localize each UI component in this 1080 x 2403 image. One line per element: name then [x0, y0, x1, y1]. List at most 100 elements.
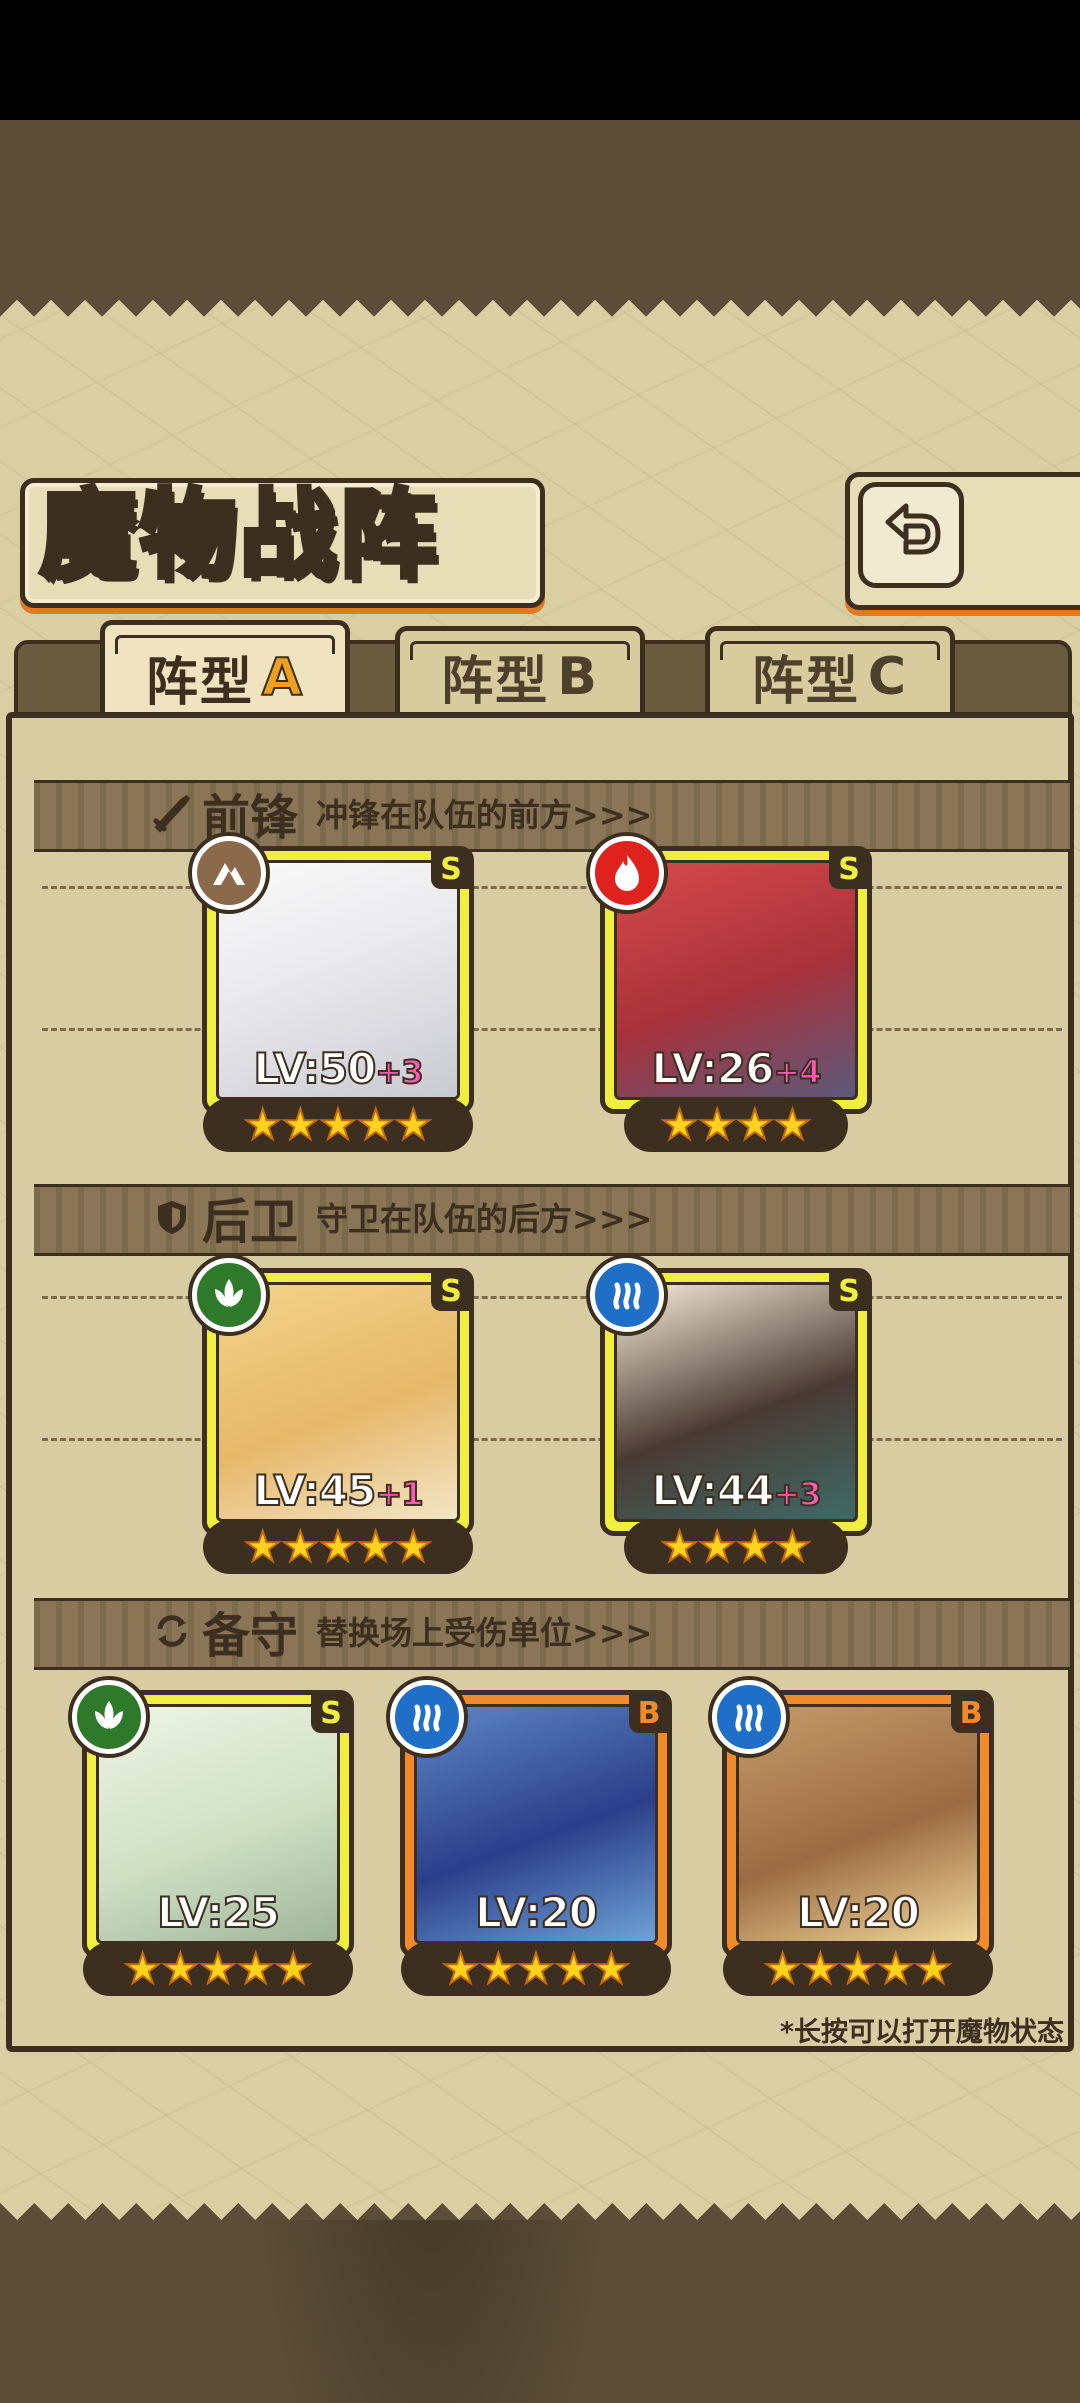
star-rating: ★ ★ ★ ★ ★	[401, 1942, 671, 1996]
unit-level: LV:26+4	[605, 1043, 867, 1094]
star-icon: ★	[123, 1943, 163, 1994]
star-rating: ★ ★ ★ ★	[624, 1098, 848, 1152]
divider	[42, 1028, 1062, 1031]
star-icon: ★	[554, 1943, 594, 1994]
level-text: LV:44	[651, 1465, 776, 1516]
torn-edge-top	[0, 300, 1080, 334]
star-icon: ★	[393, 1099, 433, 1150]
earth-element-badge	[192, 836, 266, 910]
level-text: LV:50	[253, 1043, 378, 1094]
star-icon: ★	[735, 1521, 775, 1572]
long-press-hint: *长按可以打开魔物状态	[779, 2017, 1064, 2048]
level-text: LV:45	[253, 1465, 378, 1516]
unit-level: LV:45+1	[207, 1465, 469, 1516]
star-icon: ★	[660, 1521, 700, 1572]
star-icon: ★	[773, 1521, 813, 1572]
rank-badge: B	[629, 1693, 669, 1733]
level-text: LV:26	[651, 1043, 776, 1094]
level-text: LV:25	[156, 1887, 281, 1938]
torn-edge-bottom	[0, 2186, 1080, 2220]
star-icon: ★	[318, 1099, 358, 1150]
star-rating: ★ ★ ★ ★	[624, 1520, 848, 1574]
star-icon: ★	[763, 1943, 803, 1994]
back-button[interactable]	[858, 482, 964, 588]
swap-icon	[157, 1615, 187, 1647]
status-bar	[0, 0, 1080, 120]
section-desc: 守卫在队伍的后方>>>	[316, 1200, 653, 1238]
page-title: 魔物战阵	[38, 476, 440, 594]
star-icon: ★	[441, 1943, 481, 1994]
star-icon: ★	[281, 1521, 321, 1572]
rank-badge: S	[431, 1271, 471, 1311]
level-text: LV:20	[796, 1887, 921, 1938]
star-icon: ★	[735, 1099, 775, 1150]
earth-icon	[213, 863, 245, 885]
level-bonus: +3	[374, 1052, 424, 1092]
leaf-element-badge	[72, 1680, 146, 1754]
rank-badge: S	[829, 849, 869, 889]
star-icon: ★	[243, 1099, 283, 1150]
divider	[42, 1438, 1062, 1441]
section-header-reserve: 备守 替换场上受伤单位>>>	[152, 1598, 652, 1664]
star-icon: ★	[876, 1943, 916, 1994]
star-rating: ★ ★ ★ ★ ★	[203, 1098, 473, 1152]
rank-badge: S	[829, 1271, 869, 1311]
star-icon: ★	[356, 1099, 396, 1150]
section-desc: 替换场上受伤单位>>>	[316, 1614, 653, 1652]
water-element-badge	[590, 1258, 664, 1332]
star-icon: ★	[913, 1943, 953, 1994]
unit-level: LV:20	[405, 1887, 667, 1938]
section-header-rear: 后卫 守卫在队伍的后方>>>	[152, 1184, 652, 1250]
unit-level: LV:44+3	[605, 1465, 867, 1516]
tab-formation-b[interactable]: 阵型 B	[395, 626, 645, 722]
water-icon	[413, 1704, 441, 1732]
star-icon: ★	[161, 1943, 201, 1994]
rank-badge: S	[311, 1693, 351, 1733]
section-desc: 冲锋在队伍的前方>>>	[316, 796, 653, 834]
tab-formation-c[interactable]: 阵型 C	[705, 626, 955, 722]
level-bonus: +4	[772, 1052, 822, 1092]
star-rating: ★ ★ ★ ★ ★	[723, 1942, 993, 1996]
star-icon: ★	[697, 1099, 737, 1150]
leaf-icon	[95, 1701, 123, 1729]
star-icon: ★	[591, 1943, 631, 1994]
shield-icon	[158, 1201, 186, 1234]
unit-level: LV:50+3	[207, 1043, 469, 1094]
water-icon	[735, 1704, 763, 1732]
star-icon: ★	[318, 1521, 358, 1572]
star-icon: ★	[801, 1943, 841, 1994]
star-rating: ★ ★ ★ ★ ★	[83, 1942, 353, 1996]
star-icon: ★	[281, 1099, 321, 1150]
fire-element-badge	[590, 836, 664, 910]
unit-level: LV:25	[87, 1887, 349, 1938]
star-icon: ★	[198, 1943, 238, 1994]
star-icon: ★	[393, 1521, 433, 1572]
star-icon: ★	[236, 1943, 276, 1994]
leaf-element-badge	[192, 1258, 266, 1332]
star-icon: ★	[660, 1099, 700, 1150]
star-icon: ★	[479, 1943, 519, 1994]
level-bonus: +1	[374, 1474, 424, 1514]
water-icon	[613, 1282, 641, 1310]
star-rating: ★ ★ ★ ★ ★	[203, 1520, 473, 1574]
section-name: 后卫	[202, 1194, 299, 1250]
rank-badge: S	[431, 849, 471, 889]
star-icon: ★	[356, 1521, 396, 1572]
star-icon: ★	[273, 1943, 313, 1994]
level-text: LV:20	[474, 1887, 599, 1938]
water-element-badge	[390, 1680, 464, 1754]
tab-letter: A	[261, 647, 305, 709]
star-icon: ★	[243, 1521, 283, 1572]
star-icon: ★	[697, 1521, 737, 1572]
leaf-icon	[215, 1279, 243, 1307]
star-icon: ★	[838, 1943, 878, 1994]
return-icon	[885, 503, 941, 555]
section-name: 备守	[202, 1608, 299, 1664]
star-icon: ★	[516, 1943, 556, 1994]
rank-badge: B	[951, 1693, 991, 1733]
fire-icon	[615, 855, 639, 891]
unit-level: LV:20	[727, 1887, 989, 1938]
water-element-badge	[712, 1680, 786, 1754]
star-icon: ★	[773, 1099, 813, 1150]
level-bonus: +3	[772, 1474, 822, 1514]
